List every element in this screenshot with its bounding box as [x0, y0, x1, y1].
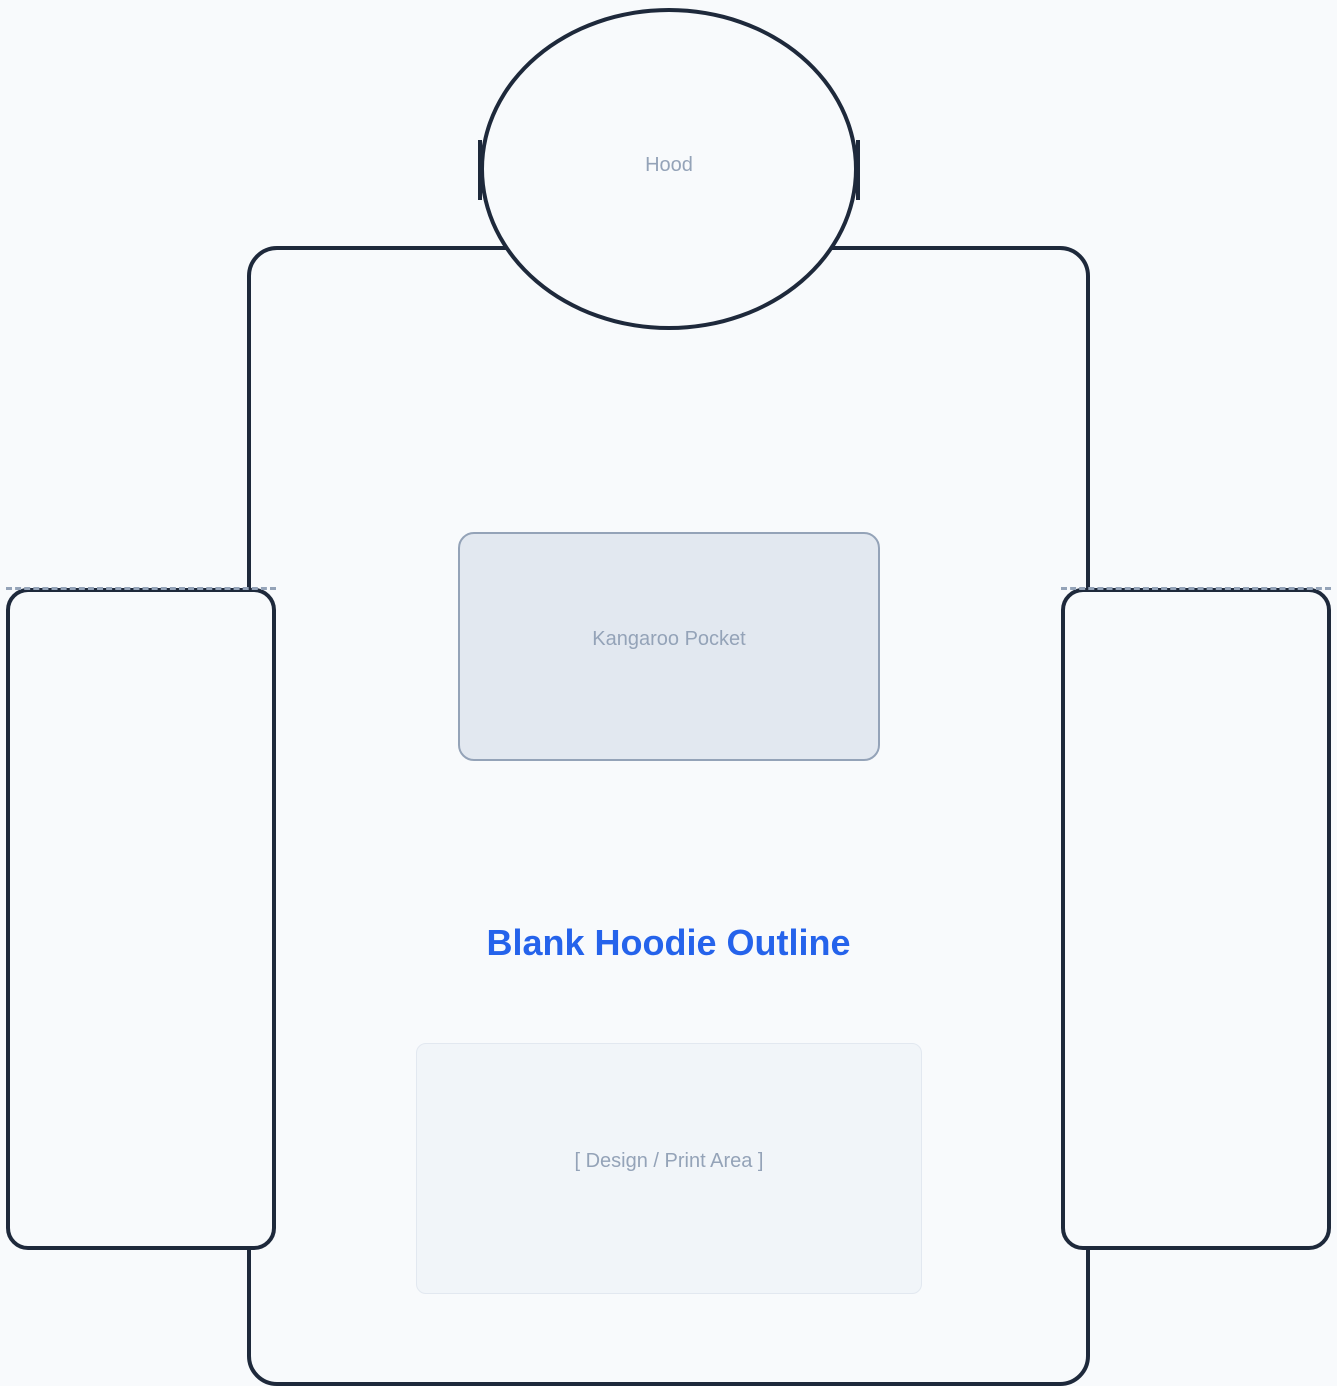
hood: Hood	[480, 8, 858, 330]
diagram-title: Blank Hoodie Outline	[486, 922, 851, 963]
right-shoulder-seam	[1061, 587, 1331, 590]
hood-label: Hood	[645, 154, 693, 176]
hoodie-diagram: Blank Hoodie Outline Hood Kangaroo Pocke…	[0, 0, 1337, 1386]
kangaroo-pocket: Kangaroo Pocket	[458, 532, 880, 761]
print-area-label: [ Design / Print Area ]	[574, 1150, 764, 1172]
left-sleeve	[6, 588, 276, 1250]
pocket-label: Kangaroo Pocket	[592, 628, 746, 650]
print-area: [ Design / Print Area ]	[416, 1043, 922, 1294]
left-shoulder-seam	[6, 587, 276, 590]
right-sleeve	[1061, 588, 1331, 1250]
